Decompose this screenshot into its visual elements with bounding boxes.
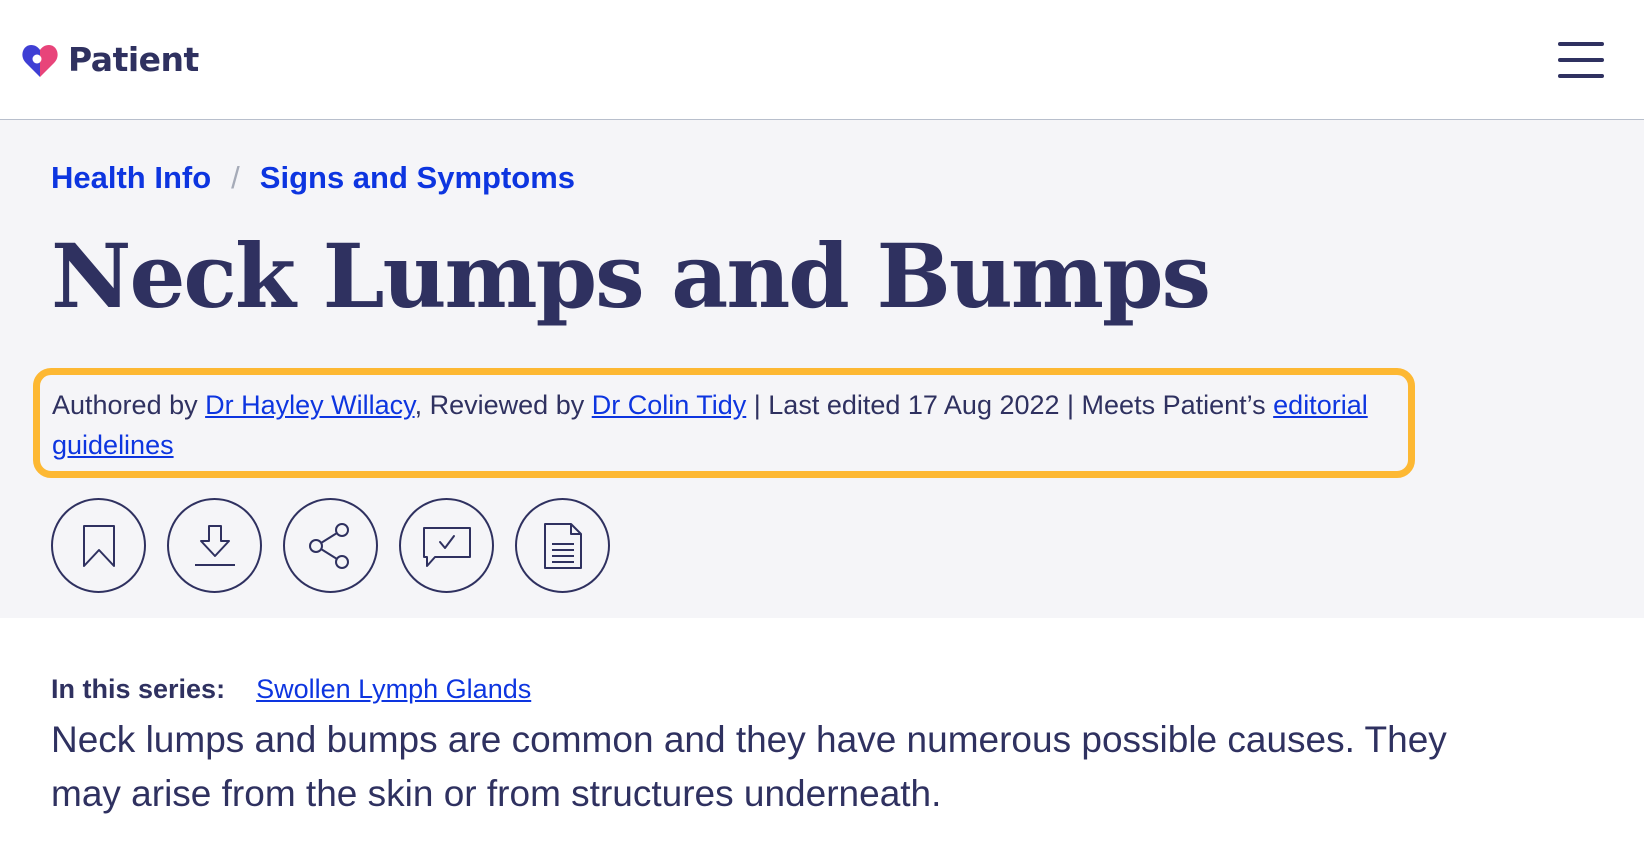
hamburger-menu-icon[interactable] bbox=[1558, 42, 1604, 78]
breadcrumb-signs-and-symptoms[interactable]: Signs and Symptoms bbox=[260, 160, 575, 196]
document-button[interactable] bbox=[515, 498, 610, 593]
menu-line bbox=[1558, 42, 1604, 46]
series-label: In this series: bbox=[51, 674, 226, 704]
series-link-swollen-lymph-glands[interactable]: Swollen Lymph Glands bbox=[256, 674, 531, 705]
breadcrumb-separator: / bbox=[231, 160, 240, 195]
reviewed-by-text: , Reviewed by bbox=[414, 390, 592, 420]
top-navigation-bar: Patient bbox=[0, 0, 1644, 120]
patient-logo[interactable]: Patient bbox=[20, 40, 199, 80]
brand-name: Patient bbox=[68, 40, 199, 79]
heart-pin-icon bbox=[22, 45, 58, 77]
menu-line bbox=[1558, 74, 1604, 78]
article-byline: Authored by Dr Hayley Willacy, Reviewed … bbox=[33, 368, 1415, 478]
share-icon bbox=[308, 522, 349, 569]
share-button[interactable] bbox=[283, 498, 378, 593]
last-edited-text: | Last edited 17 Aug 2022 | Meets Patien… bbox=[746, 390, 1274, 420]
author-link[interactable]: Dr Hayley Willacy bbox=[205, 390, 415, 420]
article-series: In this series: Swollen Lymph Glands bbox=[51, 674, 1511, 705]
article-body: In this series: Swollen Lymph Glands Nec… bbox=[51, 674, 1511, 821]
breadcrumb-health-info[interactable]: Health Info bbox=[51, 160, 211, 196]
authored-by-text: Authored by bbox=[52, 390, 206, 420]
article-intro: Neck lumps and bumps are common and they… bbox=[51, 719, 1447, 814]
article-header: Health Info / Signs and Symptoms Neck Lu… bbox=[0, 120, 1644, 618]
breadcrumb: Health Info / Signs and Symptoms bbox=[51, 160, 575, 196]
feedback-button[interactable] bbox=[399, 498, 494, 593]
bookmark-button[interactable] bbox=[51, 498, 146, 593]
article-actions bbox=[51, 498, 631, 593]
feedback-icon bbox=[422, 526, 471, 567]
bookmark-icon bbox=[82, 524, 115, 567]
document-icon bbox=[543, 522, 582, 569]
page-title: Neck Lumps and Bumps bbox=[51, 224, 1211, 328]
menu-line bbox=[1558, 58, 1604, 62]
download-icon bbox=[194, 524, 235, 566]
reviewer-link[interactable]: Dr Colin Tidy bbox=[592, 390, 747, 420]
download-button[interactable] bbox=[167, 498, 262, 593]
